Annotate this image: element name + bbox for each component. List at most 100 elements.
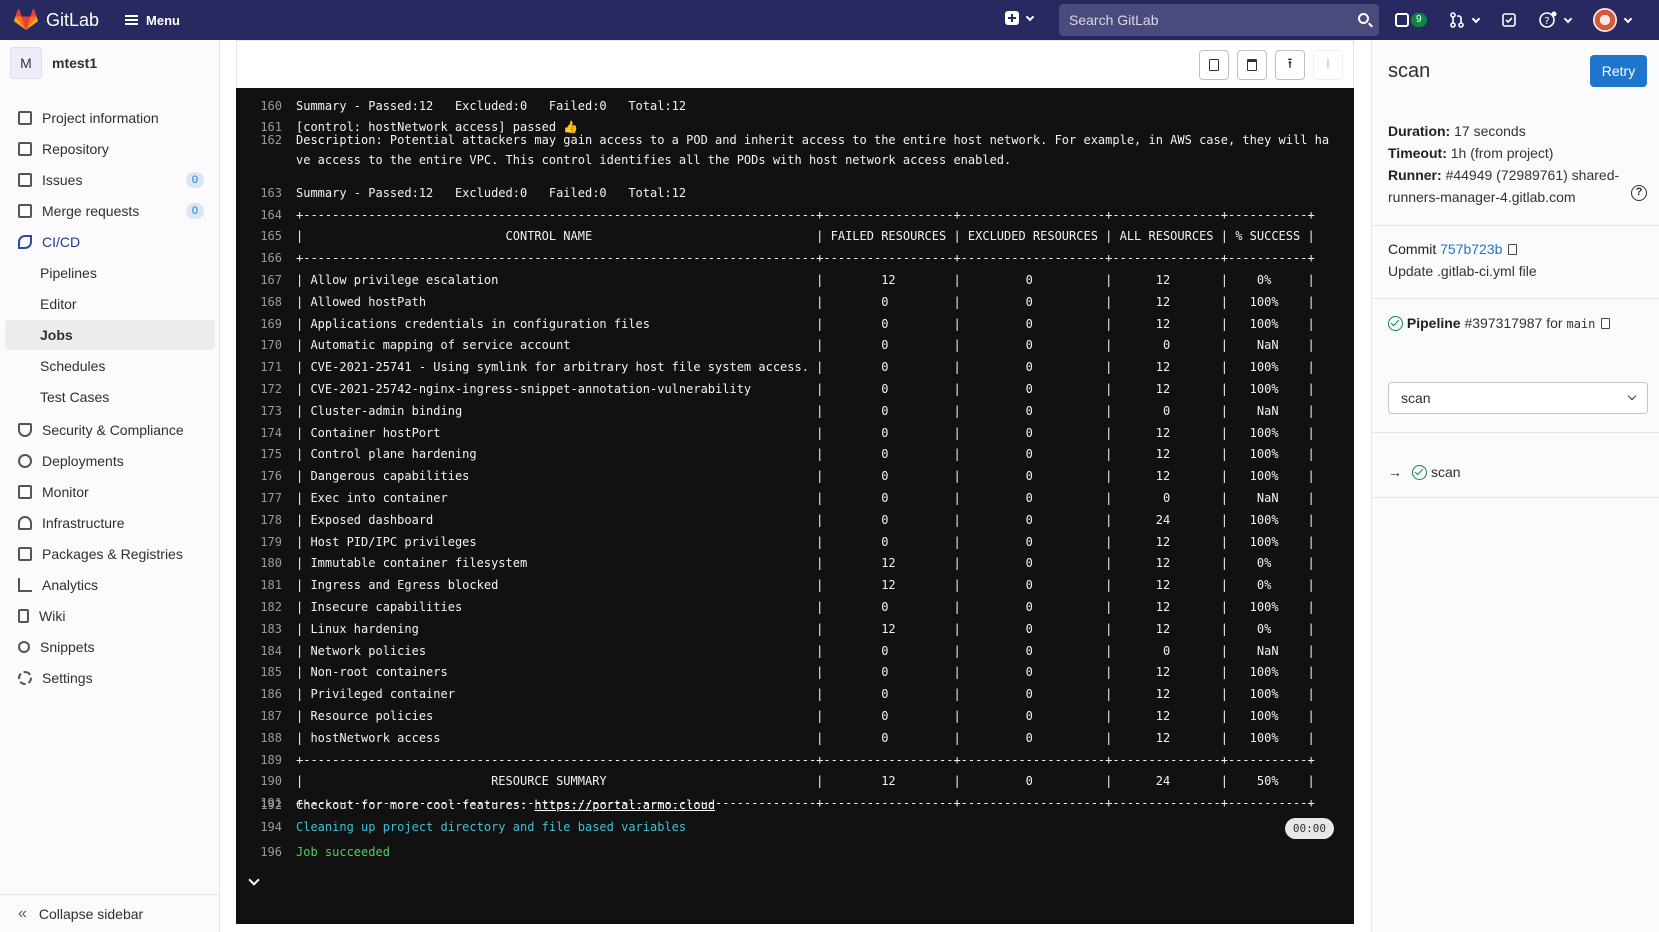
- log-line-180: 180 | Immutable container filesystem | 12…: [236, 552, 1354, 575]
- line-text: | Insecure capabilities | 0 | 0 | 12 | 1…: [296, 599, 1315, 614]
- job-details-sidebar: scan Retry Duration: 17 seconds Timeout:…: [1371, 40, 1659, 932]
- search-input[interactable]: [1069, 12, 1339, 28]
- sidebar-item-security[interactable]: Security & Compliance: [0, 414, 220, 446]
- issues-shortcut[interactable]: 9: [1395, 13, 1427, 27]
- line-text: | Network policies | 0 | 0 | 0 | NaN |: [296, 643, 1315, 658]
- stage-select[interactable]: scan: [1388, 382, 1648, 414]
- arrow-down-icon: ⭳: [1325, 56, 1331, 72]
- shield-icon: [18, 423, 32, 437]
- log-line-169: 169 | Applications credentials in configu…: [236, 312, 1354, 335]
- todos-shortcut[interactable]: [1501, 12, 1517, 28]
- scroll-bottom-button[interactable]: ⭳: [1313, 50, 1343, 80]
- log-line-190: 190 | RESOURCE SUMMARY | 12 | 0 | 24 | 50…: [236, 770, 1354, 793]
- success-status-icon: [1412, 464, 1427, 480]
- log-line-171: 171 | CVE-2021-25741 - Using symlink for …: [236, 356, 1354, 379]
- copy-icon[interactable]: [1601, 318, 1611, 329]
- log-line-167: 167 | Allow privilege escalation | 12 | 0…: [236, 268, 1354, 291]
- line-text: +---------------------------------------…: [296, 251, 1315, 266]
- issues-count-badge: 9: [1411, 13, 1427, 27]
- doc-icon: [18, 142, 32, 156]
- divider: [1372, 225, 1659, 226]
- sidebar-item-issues[interactable]: Issues 0: [0, 164, 220, 196]
- line-number: 169: [260, 316, 282, 331]
- line-text: | hostNetwork access | 0 | 0 | 12 | 100%…: [296, 730, 1315, 745]
- sidebar-item-repository[interactable]: Repository: [0, 133, 220, 165]
- log-line-194[interactable]: 194 Cleaning up project directory and fi…: [236, 815, 1354, 838]
- chevron-down-icon: [1563, 14, 1572, 23]
- sidebar-item-merge-requests[interactable]: Merge requests 0: [0, 195, 220, 227]
- erase-log-button[interactable]: [1237, 50, 1267, 80]
- sidebar-subitem-test-cases[interactable]: Test Cases: [5, 382, 215, 412]
- line-number: 190: [260, 774, 282, 789]
- log-line-165: 165 | CONTROL NAME | FAILED RESOURCES | E…: [236, 225, 1354, 248]
- sidebar-item-infrastructure[interactable]: Infrastructure: [0, 507, 220, 539]
- sidebar-subitem-pipelines[interactable]: Pipelines: [5, 258, 215, 288]
- sidebar-item-deployments[interactable]: Deployments: [0, 445, 220, 477]
- success-status-icon: [1388, 316, 1403, 331]
- collapse-sidebar-button[interactable]: « Collapse sidebar: [0, 894, 220, 932]
- menu-button[interactable]: Menu: [125, 13, 180, 28]
- line-number: 170: [260, 338, 282, 353]
- help-icon[interactable]: ?: [1631, 185, 1647, 201]
- help-dropdown[interactable]: ?: [1538, 11, 1572, 29]
- sidebar-item-project-information[interactable]: Project information: [0, 102, 220, 134]
- sidebar-item-packages[interactable]: Packages & Registries: [0, 538, 220, 570]
- line-text: [control: hostNetwork access] passed 👍: [296, 120, 579, 135]
- scroll-top-button[interactable]: ⭱: [1275, 50, 1305, 80]
- line-text: +---------------------------------------…: [296, 752, 1315, 767]
- current-job-row[interactable]: → scan: [1388, 464, 1461, 480]
- deployments-icon: [18, 454, 32, 468]
- line-number: 166: [260, 251, 282, 266]
- line-text: | Linux hardening | 12 | 0 | 12 | 0% |: [296, 621, 1315, 636]
- line-number: 196: [260, 844, 282, 859]
- gitlab-logo[interactable]: GitLab: [14, 9, 99, 31]
- collapse-label: Collapse sidebar: [38, 905, 144, 922]
- commit-sha-link[interactable]: 757b723b: [1440, 241, 1502, 257]
- pipeline-label: Pipeline: [1406, 315, 1461, 331]
- line-text: | Immutable container filesystem | 12 | …: [296, 556, 1315, 571]
- sidebar-item-wiki[interactable]: Wiki: [0, 600, 220, 632]
- section-duration-badge: 00:00: [1284, 818, 1334, 839]
- sidebar-item-cicd[interactable]: CI/CD: [0, 226, 220, 258]
- log-line-174: 174 | Container hostPort | 0 | 0 | 12 | 1…: [236, 421, 1354, 444]
- issues-count: 0: [185, 172, 204, 188]
- sidebar-subitem-editor[interactable]: Editor: [5, 289, 215, 319]
- copy-icon[interactable]: [1508, 244, 1518, 255]
- collapse-section-chevron-icon[interactable]: [248, 874, 260, 886]
- line-text: | CVE-2021-25742-nginx-ingress-snippet-a…: [296, 381, 1315, 396]
- line-number: 165: [260, 229, 282, 244]
- sidebar-item-settings[interactable]: Settings: [0, 662, 220, 694]
- sidebar-item-analytics[interactable]: Analytics: [0, 569, 220, 601]
- line-number: 176: [260, 469, 282, 484]
- line-number: 185: [260, 665, 282, 680]
- merge-requests-shortcut[interactable]: [1449, 12, 1480, 28]
- line-number: 181: [260, 578, 282, 593]
- sidebar-subitem-schedules[interactable]: Schedules: [5, 351, 215, 381]
- pipeline-branch[interactable]: main: [1566, 317, 1595, 331]
- sidebar-item-snippets[interactable]: Snippets: [0, 631, 220, 663]
- project-header[interactable]: M mtest1: [0, 40, 219, 86]
- job-details: Duration: 17 seconds Timeout: 1h (from p…: [1388, 120, 1646, 208]
- log-line-187: 187 | Resource policies | 0 | 0 | 12 | 10…: [236, 704, 1354, 727]
- new-dropdown-button[interactable]: [1005, 11, 1035, 25]
- pipeline-info: Pipeline #397317987 for main: [1388, 312, 1646, 335]
- retry-button[interactable]: Retry: [1590, 55, 1647, 87]
- pipeline-id-link[interactable]: #397317987: [1464, 315, 1542, 331]
- line-number: 168: [260, 294, 282, 309]
- sidebar-item-monitor[interactable]: Monitor: [0, 476, 220, 508]
- line-number: 189: [260, 752, 282, 767]
- search-box[interactable]: [1059, 4, 1379, 36]
- line-number: 180: [260, 556, 282, 571]
- gear-icon: [18, 671, 32, 685]
- plus-square-icon: [1005, 11, 1019, 25]
- sidebar-item-label: Infrastructure: [42, 515, 125, 531]
- line-number: 161: [260, 120, 282, 135]
- user-menu[interactable]: [1592, 8, 1632, 32]
- sidebar-subitem-jobs[interactable]: Jobs: [5, 320, 215, 350]
- job-title: scan: [1388, 60, 1431, 82]
- arrow-up-icon: ⭱: [1287, 56, 1293, 72]
- line-number: 187: [260, 708, 282, 723]
- line-text: | Control plane hardening | 0 | 0 | 12 |…: [296, 447, 1315, 462]
- sidebar-item-label: Merge requests: [42, 203, 140, 219]
- raw-log-button[interactable]: [1199, 50, 1229, 80]
